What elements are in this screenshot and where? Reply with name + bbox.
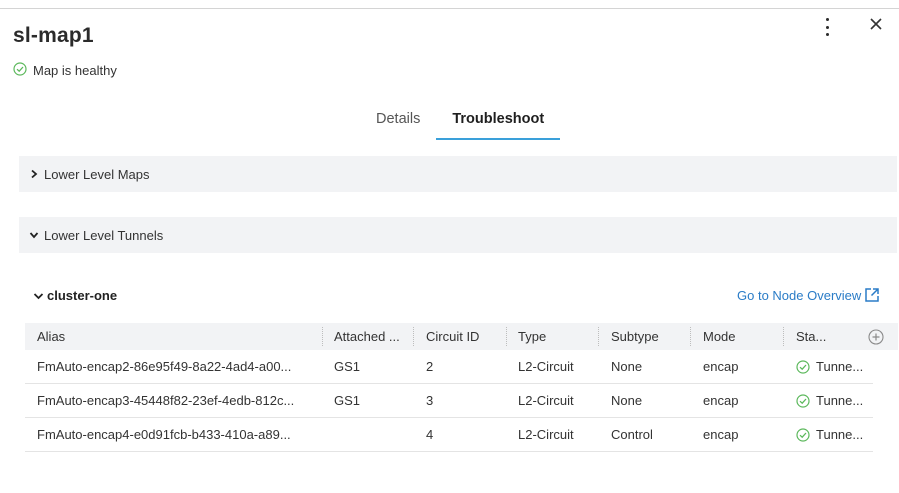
cell-alias: FmAuto-encap3-45448f82-23ef-4edb-812c... — [37, 393, 295, 408]
cell-type: L2-Circuit — [518, 359, 574, 374]
go-to-node-overview-link[interactable]: Go to Node Overview — [737, 287, 880, 303]
table-row[interactable]: FmAuto-encap4-e0d91fcb-b433-410a-a89... … — [25, 418, 873, 452]
tab-details[interactable]: Details — [360, 100, 436, 138]
table-row[interactable]: FmAuto-encap3-45448f82-23ef-4edb-812c...… — [25, 384, 873, 418]
column-header-subtype[interactable]: Subtype — [611, 323, 691, 350]
cell-alias: FmAuto-encap4-e0d91fcb-b433-410a-a89... — [37, 427, 291, 442]
section-label: Lower Level Tunnels — [44, 227, 164, 243]
page-title: sl-map1 — [13, 24, 94, 47]
cell-attached: GS1 — [334, 359, 361, 374]
check-circle-icon — [796, 359, 810, 374]
section-lower-level-tunnels[interactable]: Lower Level Tunnels — [19, 217, 897, 253]
section-label: Lower Level Maps — [44, 166, 150, 182]
column-header-type[interactable]: Type — [518, 323, 598, 350]
table-row[interactable]: FmAuto-encap2-86e95f49-8a22-4ad4-a00... … — [25, 350, 873, 384]
column-divider[interactable] — [506, 327, 507, 346]
external-link-icon — [864, 287, 880, 303]
link-label: Go to Node Overview — [737, 287, 862, 303]
check-circle-icon — [796, 427, 810, 442]
cell-mode: encap — [703, 427, 739, 442]
cell-circuit-id: 4 — [426, 427, 434, 442]
column-header-status[interactable]: Sta... — [796, 323, 872, 350]
section-lower-level-maps[interactable]: Lower Level Maps — [19, 156, 897, 192]
cell-mode: encap — [703, 393, 739, 408]
table-header: Alias Attached ... Circuit ID Type Subty… — [25, 323, 898, 350]
check-circle-icon — [796, 393, 810, 408]
column-header-circuit-id[interactable]: Circuit ID — [426, 323, 501, 350]
cell-attached: GS1 — [334, 393, 361, 408]
chevron-down-icon — [29, 230, 39, 240]
cell-attached — [334, 418, 409, 451]
column-divider[interactable] — [598, 327, 599, 346]
chevron-right-icon — [29, 169, 39, 179]
health-status: Map is healthy — [13, 62, 117, 79]
cell-type: L2-Circuit — [518, 427, 574, 442]
cluster-name: cluster-one — [47, 288, 118, 303]
column-divider[interactable] — [322, 327, 323, 346]
health-text: Map is healthy — [33, 63, 117, 78]
cell-circuit-id: 3 — [426, 393, 434, 408]
check-circle-icon — [13, 62, 27, 79]
kebab-menu-icon[interactable] — [822, 18, 832, 36]
cell-status: Tunne... — [796, 384, 872, 417]
chevron-down-icon — [33, 291, 44, 301]
column-divider[interactable] — [413, 327, 414, 346]
add-column-icon[interactable] — [868, 329, 884, 345]
status-text: Tunne... — [816, 359, 864, 374]
cell-alias: FmAuto-encap2-86e95f49-8a22-4ad4-a00... — [37, 359, 292, 374]
cell-subtype: Control — [611, 427, 653, 442]
cell-status: Tunne... — [796, 418, 872, 451]
column-divider[interactable] — [690, 327, 691, 346]
tab-bar: Details Troubleshoot — [360, 100, 561, 140]
status-text: Tunne... — [816, 427, 864, 442]
top-divider — [0, 8, 899, 9]
cell-subtype: None — [611, 359, 643, 374]
cell-subtype: None — [611, 393, 643, 408]
column-header-attached[interactable]: Attached ... — [334, 323, 409, 350]
cell-mode: encap — [703, 359, 739, 374]
cell-type: L2-Circuit — [518, 393, 574, 408]
column-divider[interactable] — [783, 327, 784, 346]
column-header-mode[interactable]: Mode — [703, 323, 778, 350]
tunnels-table: Alias Attached ... Circuit ID Type Subty… — [25, 323, 898, 452]
cluster-toggle[interactable]: cluster-one — [33, 288, 117, 303]
tab-troubleshoot[interactable]: Troubleshoot — [436, 100, 561, 140]
column-header-alias[interactable]: Alias — [37, 323, 327, 350]
status-text: Tunne... — [816, 393, 864, 408]
close-icon[interactable] — [868, 16, 884, 32]
cell-circuit-id: 2 — [426, 359, 434, 374]
cell-status: Tunne... — [796, 350, 872, 383]
